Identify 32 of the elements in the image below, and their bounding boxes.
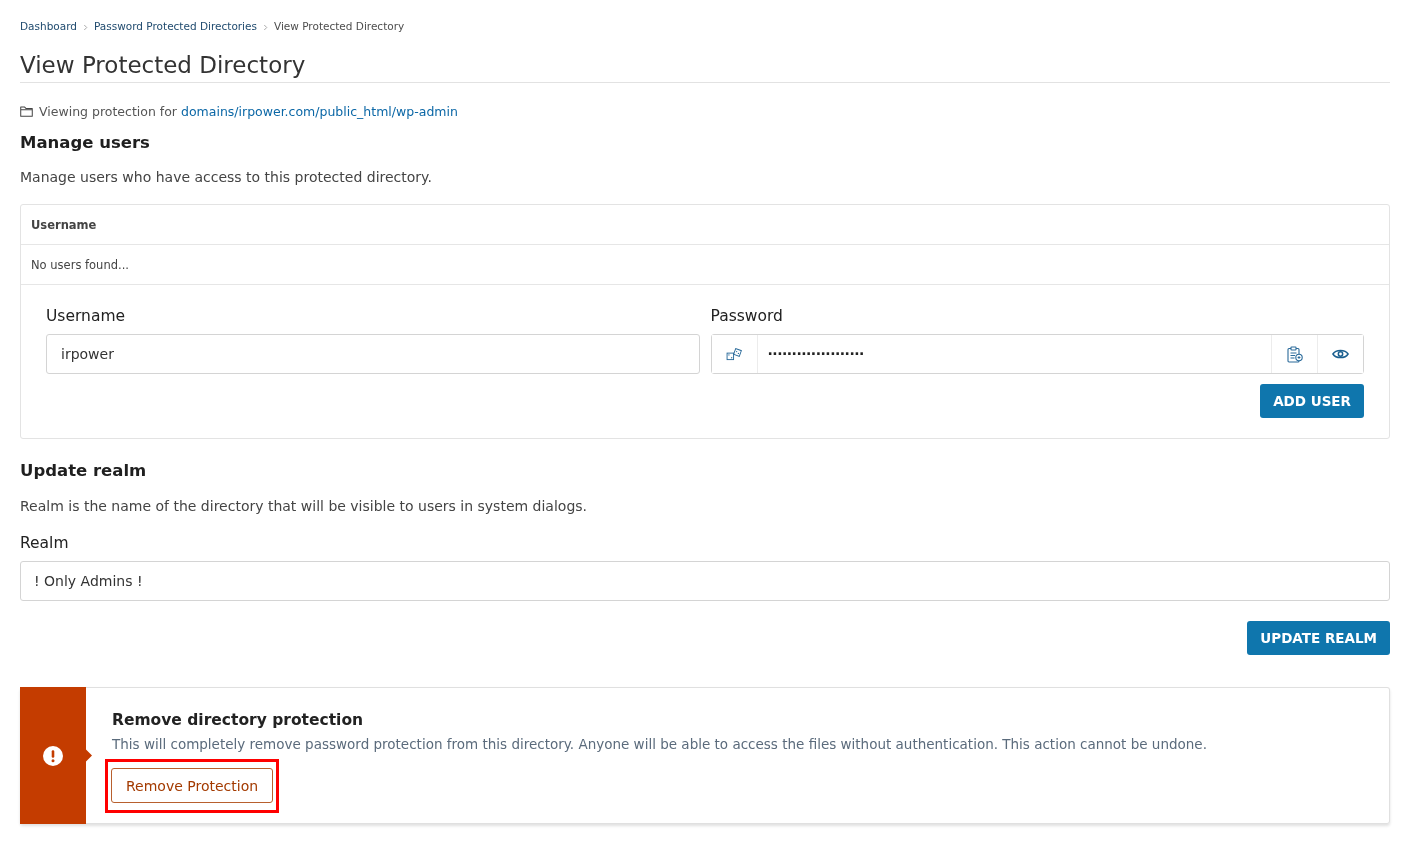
column-header: Username bbox=[31, 217, 97, 232]
username-field[interactable]: irpower bbox=[46, 334, 700, 374]
clipboard-icon bbox=[1286, 345, 1303, 363]
breadcrumb-link[interactable]: Password Protected Directories bbox=[93, 20, 257, 32]
empty-table-message: No users found... bbox=[31, 257, 129, 272]
field-label: Realm bbox=[20, 533, 69, 553]
generate-password-button[interactable] bbox=[711, 335, 758, 373]
remove-protection-button[interactable]: Remove Protection bbox=[111, 768, 274, 803]
chevron-icon bbox=[262, 23, 268, 31]
directory-path-link[interactable]: domains/irpower.com/public_html/wp-admin bbox=[181, 103, 458, 119]
realm-field[interactable]: ! Only Admins ! bbox=[20, 561, 1390, 601]
section-description: Manage users who have access to this protected directory. bbox=[20, 168, 432, 187]
warning-title: Remove directory protection bbox=[112, 710, 364, 731]
update-realm-button[interactable]: UPDATE REALM bbox=[1247, 621, 1390, 655]
location-label: Viewing protection for bbox=[39, 103, 177, 119]
add-user-button[interactable]: ADD USER bbox=[1260, 384, 1364, 418]
show-password-button[interactable] bbox=[1317, 335, 1363, 373]
page-title: View Protected Directory bbox=[20, 50, 1390, 83]
section-description: Realm is the name of the directory that will be visible to users in system dialogs. bbox=[20, 497, 588, 516]
section-heading: Update realm bbox=[20, 460, 147, 482]
warning-description: This will completely remove password protection from this directory. Anyone will be able to access the files without authentication. This action cannot be undone. bbox=[112, 735, 1207, 754]
dice-icon bbox=[725, 347, 743, 361]
field-label: Username bbox=[46, 306, 125, 326]
exclamation-icon bbox=[43, 745, 63, 766]
chevron-icon bbox=[82, 23, 88, 31]
field-label: Password bbox=[710, 306, 783, 326]
password-input-group[interactable]: ···················· bbox=[710, 334, 1364, 374]
eye-icon bbox=[1332, 348, 1349, 360]
section-heading: Manage users bbox=[20, 132, 150, 154]
breadcrumb-link[interactable]: Dashboard bbox=[20, 20, 77, 32]
breadcrumb-current: View Protected Directory bbox=[273, 20, 405, 32]
folder-icon bbox=[20, 105, 33, 117]
